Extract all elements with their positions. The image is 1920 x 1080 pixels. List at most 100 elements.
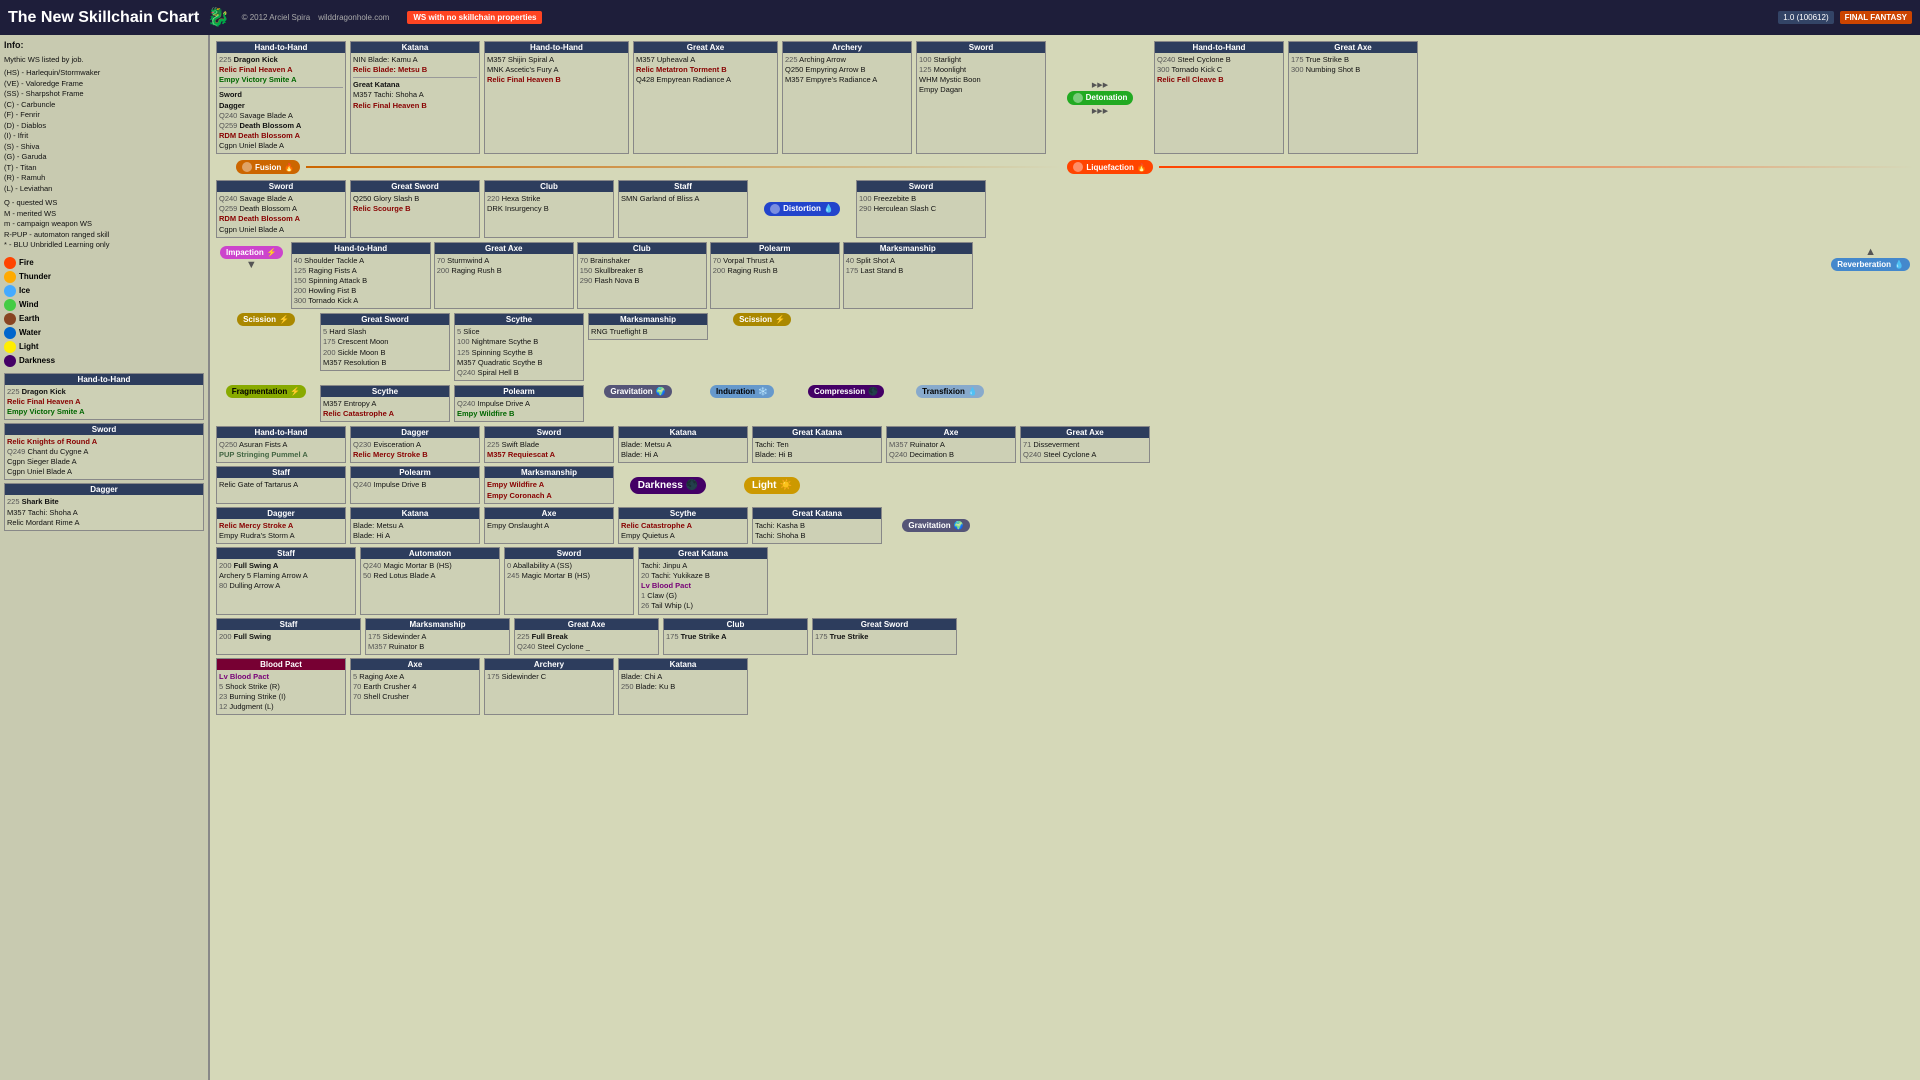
- hth-col1-hdr: Hand-to-Hand: [217, 42, 345, 53]
- fragmentation-text: Fragmentation: [232, 387, 288, 396]
- reverberation-label: Reverberation 💧: [1831, 258, 1910, 271]
- marksmanship-lower: Marksmanship Empy Wildfire A Empy Corona…: [484, 466, 614, 503]
- hthl-2: PUP Stringing Pummel A: [219, 450, 343, 460]
- sword-3: Cgpn Sieger Blade A: [7, 457, 201, 467]
- mkl-2: Empy Coronach A: [487, 491, 611, 501]
- legend-ss: (SS) - Sharpshot Frame: [4, 89, 204, 100]
- transfixion-icon: 💧: [968, 387, 978, 396]
- sidebar-ws-section: Hand-to-Hand 225 Dragon Kick Relic Final…: [4, 373, 204, 531]
- axe-blood-hdr: Axe: [351, 659, 479, 670]
- gravitation-label: Gravitation 🌍: [604, 385, 671, 398]
- elem-water: Water: [4, 327, 204, 339]
- water-dot: [4, 327, 16, 339]
- hthr-1: Q240 Steel Cyclone B: [1157, 55, 1281, 65]
- greataxe-right: Great Axe 175 True Strike B 300 Numbing …: [1288, 41, 1418, 154]
- archery-blood-body: 175 Sidewinder C: [487, 672, 611, 682]
- staff-200-box: Staff 200 Full Swing: [216, 618, 361, 655]
- swsp-1: 0 Aballability A (SS): [507, 561, 631, 571]
- chart-row-staff: Staff 200 Full Swing A Archery 5 Flaming…: [216, 547, 1914, 615]
- chart-main: Hand-to-Hand 225 Dragon Kick Relic Final…: [210, 35, 1920, 1080]
- legend-d: (D) - Diablos: [4, 121, 204, 132]
- reverberation-icon: 💧: [1894, 260, 1904, 269]
- kat-divider: [353, 77, 477, 78]
- legend-s: (S) - Shiva: [4, 142, 204, 153]
- darkness-text: Darkness: [638, 480, 683, 491]
- marks-scission: Marksmanship RNG Trueflight B: [588, 313, 708, 340]
- earth-label: Earth: [19, 314, 39, 323]
- impaction-left-label: Impaction ⚡: [220, 246, 283, 259]
- scy-5: Q240 Spiral Hell B: [457, 368, 581, 378]
- greatsword-scission-body: 5 Hard Slash 175 Crescent Moon 200 Sickl…: [323, 327, 447, 368]
- greataxe-col1: Great Axe M357 Upheaval A Relic Metatron…: [633, 41, 778, 154]
- fusion-icon-display: 🔥: [284, 163, 294, 172]
- polearm-center: Polearm 70 Vorpal Thrust A 200 Raging Ru…: [710, 242, 840, 310]
- hth-lower-body: Q250 Asuran Fists A PUP Stringing Pummel…: [219, 440, 343, 460]
- greatsword-ts-body: 175 True Strike: [815, 632, 954, 642]
- chart-row-sc: Impaction ⚡ ▼ Hand-to-Hand 40 Shoulder T…: [216, 242, 1914, 310]
- legend-t: (T) - Titan: [4, 163, 204, 174]
- hth-c1-2: Relic Final Heaven A: [219, 65, 343, 75]
- hth-divider1: [219, 87, 343, 88]
- sidebar-sword-box: Sword Relic Knights of Round A Q249 Chan…: [4, 423, 204, 481]
- great-sword-mid: Great Sword Q250 Glory Slash B Relic Sco…: [350, 180, 480, 238]
- gravitation-bottom-text: Gravitation: [908, 521, 950, 530]
- katrb-1: Blade: Chi A: [621, 672, 745, 682]
- dagf-1: Relic Mercy Stroke A: [219, 521, 343, 531]
- axe-lower: Axe M357 Ruinator A Q240 Decimation B: [886, 426, 1016, 463]
- club-center-body: 70 Brainshaker 150 Skullbreaker B 290 Fl…: [580, 256, 704, 286]
- hth-c1-5: Dagger: [219, 101, 343, 111]
- elem-fire: Fire: [4, 257, 204, 269]
- kat-c1-5: Relic Final Heaven B: [353, 101, 477, 111]
- gravitation-bottom-label: Gravitation 🌍: [902, 519, 969, 532]
- clc-1: 70 Brainshaker: [580, 256, 704, 266]
- greataxe-lower-hdr: Great Axe: [1021, 427, 1149, 438]
- axb-1: 5 Raging Axe A: [353, 672, 477, 682]
- greatsword-scission: Great Sword 5 Hard Slash 175 Crescent Mo…: [320, 313, 450, 371]
- scythe-hdr: Scythe: [455, 314, 583, 325]
- sword-right2-body: 100 Freezebite B 290 Herculean Slash C: [859, 194, 983, 214]
- swr2-2: 290 Herculean Slash C: [859, 204, 983, 214]
- ws-note-badge: WS with no skillchain properties: [407, 11, 542, 24]
- polearm-lower-hdr: Polearm: [351, 467, 479, 478]
- katana-rightbottom: Katana Blade: Chi A 250 Blade: Ku B: [618, 658, 748, 716]
- dark-label: Darkness: [19, 356, 55, 365]
- stsp-2: Archery 5 Flaming Arrow A: [219, 571, 353, 581]
- katana-lower-body: Blade: Metsu A Blade: Hi A: [621, 440, 745, 460]
- sidebar-sword-content: Relic Knights of Round A Q249 Chant du C…: [7, 437, 201, 478]
- sword-lower-body: 225 Swift Blade M357 Requiescat A: [487, 440, 611, 460]
- detonation-text: Detonation: [1086, 93, 1128, 102]
- axe-lower-hdr: Axe: [887, 427, 1015, 438]
- gar-2: 300 Numbing Shot B: [1291, 65, 1415, 75]
- hth-c1-3: Empy Victory Smite A: [219, 75, 343, 85]
- archery-blood: Archery 175 Sidewinder C: [484, 658, 614, 716]
- elem-earth: Earth: [4, 313, 204, 325]
- center-chart: Hand-to-Hand 40 Shoulder Tackle A 125 Ra…: [291, 242, 1823, 310]
- plc-2: 200 Raging Rush B: [713, 266, 837, 276]
- sword-mid-body: Q240 Savage Blade A Q259 Death Blossom A…: [219, 194, 343, 235]
- bp-3: 23 Burning Strike (I): [219, 692, 343, 702]
- website: wilddragonhole.com: [318, 13, 389, 22]
- ice-label: Ice: [19, 286, 30, 295]
- dagl-2: Relic Mercy Stroke B: [353, 450, 477, 460]
- chart-row-l3: Staff Relic Gate of Tartarus A Polearm Q…: [216, 466, 1914, 503]
- sword-mid-hdr: Sword: [217, 181, 345, 192]
- darkness-label: Darkness 🌑: [630, 477, 706, 494]
- swm-3: RDM Death Blossom A: [219, 214, 343, 224]
- thunder-label: Thunder: [19, 272, 51, 281]
- copyright: © 2012 Arciel Spira: [242, 13, 311, 22]
- fusion-label: Fusion 🔥: [236, 160, 300, 174]
- light-dot: [4, 341, 16, 353]
- scy-1: 5 Slice: [457, 327, 581, 337]
- polearm-bottom: Polearm Q240 Impulse Drive A Empy Wildfi…: [454, 385, 584, 422]
- axe-final-hdr: Axe: [485, 508, 613, 519]
- sidebar-sword-header: Sword: [5, 424, 203, 435]
- fusion-sym: [242, 162, 252, 172]
- hth-col1: Hand-to-Hand 225 Dragon Kick Relic Final…: [216, 41, 346, 154]
- gkf-1: Tachi: Kasha B: [755, 521, 879, 531]
- hth-lower: Hand-to-Hand Q250 Asuran Fists A PUP Str…: [216, 426, 346, 463]
- scission-node: Scission ⚡: [216, 313, 316, 326]
- katl-2: Blade: Hi A: [621, 450, 745, 460]
- dagf-2: Empy Rudra's Storm A: [219, 531, 343, 541]
- quality-m: M - merited WS: [4, 209, 204, 220]
- light-sc-node: Light ☀️: [722, 466, 822, 503]
